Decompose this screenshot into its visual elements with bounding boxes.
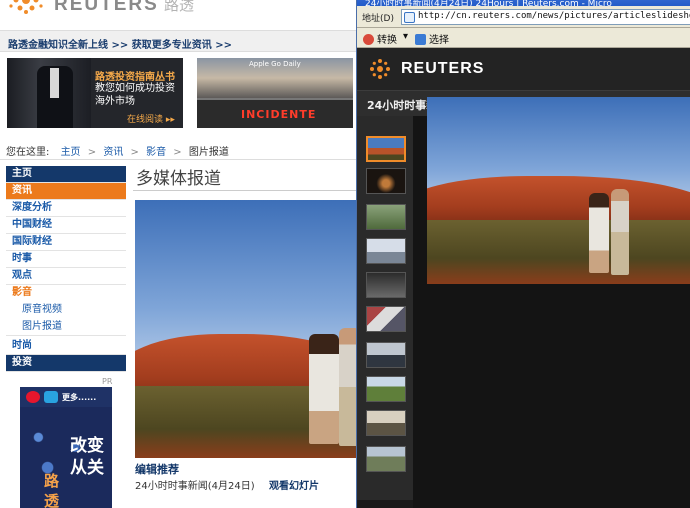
reuters-logo-icon[interactable]: [367, 56, 393, 82]
select-button[interactable]: 选择: [415, 31, 449, 46]
breadcrumb: 您在这里: 主页 > 资讯 > 影音 > 图片报道: [6, 143, 229, 158]
nav-item-pictures[interactable]: 图片报道: [6, 319, 126, 336]
featured-photo[interactable]: [135, 200, 356, 458]
chevron-right-icon: >: [130, 147, 139, 158]
pr-label: PR: [102, 377, 113, 386]
view-slideshow-link[interactable]: 观看幻灯片: [269, 477, 319, 492]
nav-item-news[interactable]: 资讯: [6, 183, 126, 200]
nav-item-video[interactable]: 原音视频: [6, 302, 126, 319]
breadcrumb-current: 图片报道: [188, 147, 229, 158]
thumbnail-8[interactable]: [366, 376, 406, 402]
breadcrumb-home[interactable]: 主页: [61, 147, 81, 158]
breadcrumb-prefix: 您在这里:: [6, 147, 50, 158]
dropdown-arrow[interactable]: ▾: [403, 31, 408, 42]
brand-wordmark[interactable]: REUTERS: [54, 0, 159, 16]
photo-ground: [427, 220, 690, 284]
weibo-icon[interactable]: [26, 391, 40, 403]
chevron-right-icon: >: [173, 147, 182, 158]
banner-sign-text: Apple Go Daily: [249, 60, 301, 68]
ticker-text: INCIDENTE: [241, 108, 317, 121]
nav-item-fashion[interactable]: 时尚: [6, 338, 126, 355]
nav-item-home[interactable]: 主页: [6, 166, 126, 183]
section-title: 多媒体报道: [136, 169, 221, 189]
slideshow-main-photo[interactable]: [427, 97, 690, 284]
thumbnail-5[interactable]: [366, 272, 406, 298]
banner-read-online-link[interactable]: 在线阅读 ▸▸: [127, 112, 175, 125]
notice-text[interactable]: 路透金融知识全新上线 >> 获取更多专业资讯 >>: [8, 36, 232, 51]
screenshot-root: REUTERS 路透 路透金融知识全新上线 >> 获取更多专业资讯 >> 路透投…: [0, 0, 690, 508]
notice-bar: 路透金融知识全新上线 >> 获取更多专业资讯 >>: [0, 30, 356, 52]
shirt-figure: [50, 68, 59, 98]
reuters-logo-icon[interactable]: [6, 0, 46, 18]
url-field[interactable]: http://cn.reuters.com/news/pictures/arti…: [401, 9, 690, 25]
nav-item-intl-finance[interactable]: 国际财经: [6, 234, 126, 251]
sidebar-nav: 主页 资讯 深度分析 中国财经 国际财经 时事 观点 影音 原音视频 图片报道 …: [6, 166, 126, 372]
address-label: 地址(D): [362, 14, 394, 24]
brand-wordmark[interactable]: REUTERS: [401, 60, 484, 78]
thumbnail-7[interactable]: [366, 342, 406, 368]
breadcrumb-media[interactable]: 影音: [146, 147, 166, 158]
nav-item-current-affairs[interactable]: 时事: [6, 251, 126, 268]
reuters-cn-page: REUTERS 路透 路透金融知识全新上线 >> 获取更多专业资讯 >> 路透投…: [0, 0, 356, 508]
investment-guide-banner[interactable]: 路透投资指南丛书 教您如何成功投资海外市场 在线阅读 ▸▸: [7, 58, 183, 128]
convert-label: 转换: [377, 35, 397, 46]
thumbnail-4[interactable]: [366, 238, 406, 264]
thumbnail-6[interactable]: [366, 306, 406, 332]
promo-ad[interactable]: 更多...... 改变 从关 路透: [20, 387, 112, 508]
address-bar: 地址(D) http://cn.reuters.com/news/picture…: [357, 6, 690, 28]
banner-title: 路透投资指南丛书: [95, 72, 175, 83]
url-text[interactable]: http://cn.reuters.com/news/pictures/arti…: [418, 11, 690, 21]
browser-toolbar: 转换 ▾ 选择: [357, 28, 690, 48]
qq-icon[interactable]: [44, 391, 58, 403]
nav-item-invest[interactable]: 投资: [6, 355, 126, 372]
gallery-caption[interactable]: 24小时时事新闻(4月24日): [135, 477, 255, 492]
photo-person-woman: [309, 334, 339, 444]
brand-cn: 路透: [164, 0, 195, 14]
trading-floor-banner[interactable]: Apple Go Daily INCIDENTE: [197, 58, 353, 128]
slideshow-header: REUTERS: [357, 48, 690, 90]
chevron-right-icon: >: [87, 147, 97, 158]
thumbnail-2[interactable]: [366, 168, 406, 194]
divider: [0, 159, 356, 160]
nav-item-analysis[interactable]: 深度分析: [6, 200, 126, 217]
thumbnail-10[interactable]: [366, 446, 406, 472]
slideshow-popup-window: 24小时时事新闻(4月24日) 24Hours | Reuters.com - …: [356, 0, 690, 508]
thumbnail-9[interactable]: [366, 410, 406, 436]
nav-item-media[interactable]: 影音: [6, 285, 126, 302]
banner-subtitle: 教您如何成功投资海外市场: [95, 83, 175, 107]
ad-brand-text: 路透: [44, 472, 60, 508]
thumbnail-3[interactable]: [366, 204, 406, 230]
divider: [133, 190, 356, 191]
editor-picks-title[interactable]: 编辑推荐: [135, 461, 179, 477]
breadcrumb-news[interactable]: 资讯: [103, 147, 123, 158]
nav-item-opinion[interactable]: 观点: [6, 268, 126, 285]
convert-icon: [363, 34, 374, 45]
page-icon: [404, 12, 415, 23]
photo-person-man: [339, 328, 356, 446]
convert-button[interactable]: 转换: [363, 31, 397, 46]
thumbnail-strip: [357, 116, 413, 500]
select-icon: [415, 34, 426, 45]
ad-headline: 改变 从关: [70, 436, 104, 478]
ad-more-link[interactable]: 更多......: [62, 392, 96, 403]
nav-item-china-finance[interactable]: 中国财经: [6, 217, 126, 234]
photo-person-woman: [589, 193, 609, 273]
photo-person-man: [611, 189, 629, 275]
site-header: REUTERS 路透: [0, 0, 356, 20]
select-label: 选择: [429, 35, 449, 46]
photo-sky: [135, 200, 356, 355]
thumbnail-1[interactable]: [366, 136, 406, 162]
